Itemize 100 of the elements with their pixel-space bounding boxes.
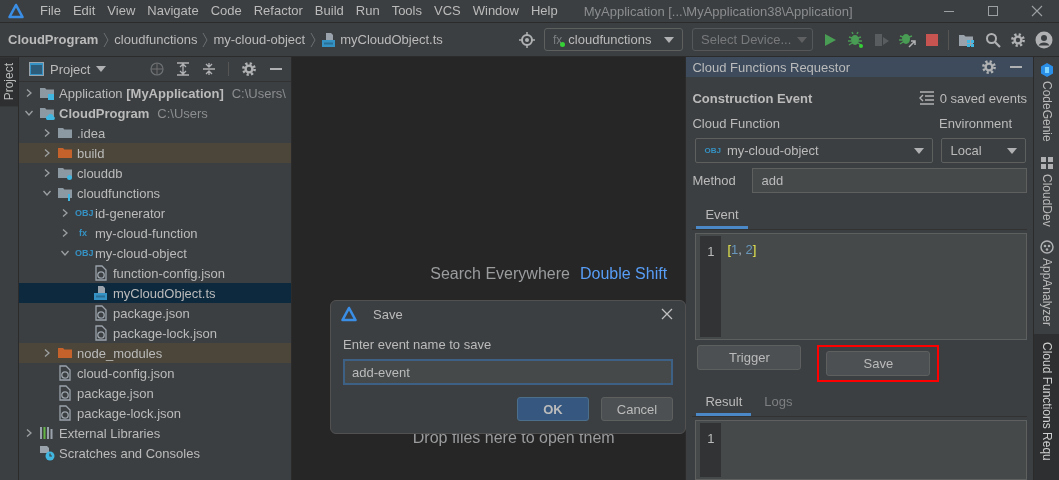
expand-all-icon[interactable] [175, 62, 190, 76]
method-field[interactable]: add [752, 168, 1028, 193]
menu-item[interactable]: Tools [385, 1, 428, 21]
chevron-right-icon[interactable] [60, 228, 70, 238]
function-dropdown[interactable]: OBJ my-cloud-object [695, 138, 934, 163]
menu-item[interactable]: Help [524, 1, 564, 21]
tree-item[interactable]: package.json [19, 383, 291, 403]
search-icon[interactable] [985, 31, 1001, 48]
bug-icon[interactable] [847, 31, 864, 48]
caret-icon [797, 36, 808, 43]
menu-item[interactable]: Build [308, 1, 350, 21]
tree-item[interactable]: node_modules [19, 343, 291, 363]
grid-icon [1039, 155, 1054, 170]
chevron-right-icon[interactable] [42, 128, 52, 138]
chevron-right-icon[interactable] [42, 168, 52, 178]
tree-item[interactable]: fx my-cloud-function [19, 223, 291, 243]
tree-item[interactable]: Application [MyApplication] C:\Users\ [19, 83, 291, 103]
run-icon[interactable] [822, 31, 838, 48]
tree-item[interactable]: function-config.json [19, 263, 291, 283]
code-editor[interactable]: 1 [1, 2] [695, 233, 1028, 340]
side-tab[interactable]: Cloud Functions Requ [1034, 334, 1059, 480]
tree-item[interactable]: .idea [19, 123, 291, 143]
chevron-down-icon[interactable] [42, 188, 52, 198]
tab[interactable]: Result [696, 390, 752, 416]
tree-item[interactable]: build [19, 143, 291, 163]
tree-item[interactable]: OBJ my-cloud-object [19, 243, 291, 263]
chevron-icon [310, 31, 317, 48]
menu-item[interactable]: Run [349, 1, 386, 21]
menu-item[interactable]: VCS [428, 1, 467, 21]
dialog-button[interactable]: Cancel [601, 397, 673, 421]
input-field[interactable]: add-event [343, 359, 673, 385]
saved-events-button[interactable]: 0 saved events [918, 90, 1028, 106]
side-tab[interactable]: Project [0, 57, 18, 107]
side-tab[interactable]: CodeGenie [1034, 57, 1059, 150]
caret-icon [1007, 147, 1018, 154]
breadcrumb-item[interactable]: myCloudObject.ts [319, 31, 445, 48]
json-file-icon [93, 305, 109, 321]
breadcrumb-item[interactable]: CloudProgram [6, 32, 101, 47]
tree-item[interactable]: myCloudObject.ts [19, 283, 291, 303]
tree-item[interactable]: clouddb [19, 163, 291, 183]
menu-item[interactable]: View [101, 1, 142, 21]
breadcrumb-item[interactable]: my-cloud-object [211, 32, 308, 47]
chevron-icon [103, 31, 110, 48]
side-tab[interactable]: AppAnalyzer [1034, 234, 1059, 335]
json-file-icon [57, 365, 73, 381]
folder-icon [57, 125, 73, 141]
chevron-right-icon[interactable] [24, 88, 34, 98]
path-text: C:\Users\ [231, 85, 286, 101]
tree-item[interactable]: OBJ id-generator [19, 203, 291, 223]
scratch-console-icon [39, 445, 55, 461]
menu-item[interactable]: Refactor [247, 1, 309, 21]
side-tab[interactable]: CloudDev [1034, 149, 1059, 235]
database-folder-icon [57, 165, 73, 181]
json-file-icon [93, 265, 109, 281]
menu-item[interactable]: Navigate [141, 1, 205, 21]
code-editor[interactable]: 1 [695, 420, 1028, 480]
panel-title[interactable]: Project [50, 61, 91, 77]
menu-item[interactable]: Edit [66, 1, 102, 21]
prompt-text: Enter event name to save [343, 337, 493, 352]
json-file-icon [57, 385, 73, 401]
tree-item[interactable]: package-lock.json [19, 323, 291, 343]
dialog-button[interactable]: OK [517, 397, 589, 421]
run-config-dropdown[interactable]: fx cloudfunctions [544, 28, 683, 51]
action-button[interactable]: Trigger [697, 345, 802, 370]
menu-item[interactable]: Code [204, 1, 248, 21]
collapse-all-icon[interactable] [201, 62, 216, 76]
settings-icon[interactable] [981, 59, 998, 75]
tab[interactable]: Event [696, 203, 748, 229]
menu-item[interactable]: File [34, 1, 67, 21]
tree-item[interactable]: cloudfunctions [19, 183, 291, 203]
tree-item[interactable]: cloud-config.json [19, 363, 291, 383]
chevron-right-icon[interactable] [60, 208, 70, 218]
analyzer-icon [1039, 240, 1054, 255]
target-icon[interactable] [519, 31, 535, 48]
settings-icon[interactable] [1010, 31, 1026, 48]
tree-item[interactable]: package-lock.json [19, 403, 291, 423]
close-icon[interactable] [1031, 5, 1043, 17]
close-icon[interactable] [661, 308, 673, 320]
chevron-right-icon[interactable] [42, 148, 52, 158]
settings-icon[interactable] [240, 61, 257, 77]
tree-item[interactable]: package.json [19, 303, 291, 323]
chevron-down-icon[interactable] [60, 248, 70, 258]
environment-dropdown[interactable]: Local [941, 138, 1027, 163]
menu-item[interactable]: Window [466, 1, 525, 21]
panel-window-icon [29, 62, 44, 76]
action-button[interactable]: Save [826, 351, 931, 376]
logo-icon [341, 306, 357, 322]
tree-item[interactable]: External Libraries [19, 423, 291, 443]
locate-icon[interactable] [149, 62, 164, 76]
tree-item[interactable]: Scratches and Consoles [19, 443, 291, 463]
chevron-right-icon[interactable] [24, 428, 34, 438]
attach-debugger-icon[interactable] [899, 31, 916, 48]
tree-item[interactable]: CloudProgram C:\Users [19, 103, 291, 123]
breadcrumb-item[interactable]: cloudfunctions [112, 32, 200, 47]
stop-icon[interactable] [925, 32, 939, 47]
genie-icon [1039, 63, 1054, 77]
chevron-down-icon[interactable] [24, 108, 34, 118]
avatar-icon[interactable] [1035, 30, 1053, 49]
maximize-icon[interactable] [987, 5, 999, 17]
chevron-right-icon[interactable] [42, 348, 52, 358]
